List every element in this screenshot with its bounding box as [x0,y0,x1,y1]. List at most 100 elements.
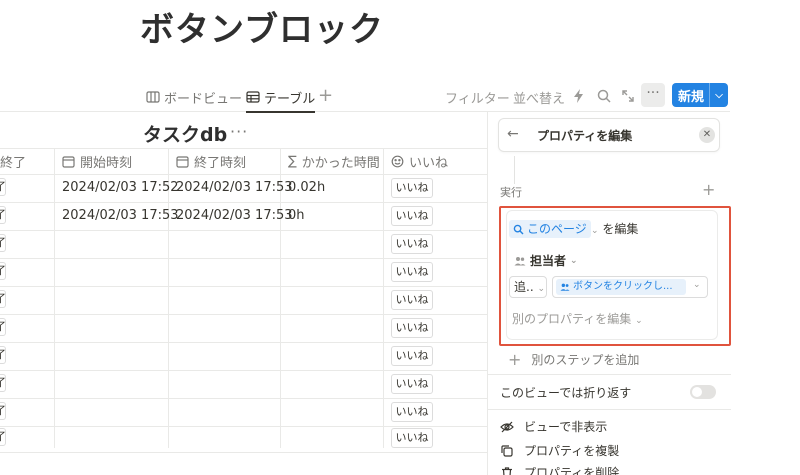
search-icon[interactable] [596,88,612,104]
like-button[interactable]: いいね [391,206,433,226]
wrap-toggle[interactable] [690,385,716,399]
like-button[interactable]: いいね [391,346,433,366]
status-cell[interactable]: 了 [0,346,6,364]
row-divider [0,286,487,287]
page-title: ボタンブロック [140,10,384,50]
tab-label: ボードビュー [164,91,243,107]
elapsed-cell[interactable]: 0.02h [288,180,325,195]
column-label: 終了時刻 [194,155,247,171]
lightning-icon[interactable] [571,88,587,104]
value-select[interactable]: ボタンをクリックし... ⌄ [552,276,708,298]
chevron-down-icon: ⌄ [635,316,643,326]
close-icon[interactable]: ✕ [699,127,715,143]
column-header-end[interactable]: 終了 [0,148,26,174]
column-label: 開始時刻 [80,155,133,171]
panel-title: プロパティを編集 [537,129,633,143]
database-more-button[interactable]: ··· [230,122,248,141]
add-step-label: 別のステップを追加 [531,353,640,367]
new-button[interactable]: 新規 ⌵ [672,83,728,107]
row-divider [0,452,487,453]
menu-item-label: プロパティを複製 [524,444,620,458]
database-title[interactable]: タスクdb [143,120,227,147]
table-border [0,174,487,175]
wrap-label: このビューでは折り返す [500,386,632,400]
like-button[interactable]: いいね [391,290,433,310]
end-time-cell[interactable]: 2024/02/03 17:53 [176,180,293,195]
plus-icon: + [508,350,522,369]
eye-off-icon [500,421,514,432]
like-button[interactable]: いいね [391,402,433,422]
property-selector[interactable]: 担当者 ⌄ [514,252,578,269]
like-button[interactable]: いいね [391,428,433,448]
start-time-cell[interactable]: 2024/02/03 17:52 [62,180,179,195]
chevron-down-icon[interactable]: ⌄ [591,226,599,236]
chevron-down-icon[interactable]: ⌵ [710,90,728,101]
table-icon [246,91,260,103]
menu-item-label: ビューで非表示 [524,420,608,434]
end-time-cell[interactable]: 2024/02/03 17:53 [176,208,293,223]
new-button-label: 新規 [678,89,705,105]
start-time-cell[interactable]: 2024/02/03 17:53 [62,208,179,223]
status-cell[interactable]: 了 [0,374,6,392]
column-header-start-time[interactable]: 開始時刻 [62,148,132,174]
status-cell[interactable]: 了 [0,178,6,196]
status-cell[interactable]: 了 [0,402,6,420]
like-button[interactable]: いいね [391,234,433,254]
chevron-down-icon: ⌄ [570,255,578,266]
target-suffix-label: を編集 [602,222,639,236]
panel-header: ← プロパティを編集 ✕ [498,118,720,152]
back-arrow-icon[interactable]: ← [507,126,519,142]
expand-icon[interactable] [620,88,636,104]
target-suffix: ⌄ を編集 [591,220,638,240]
column-label: 終了 [0,155,27,171]
panel-divider [488,374,731,375]
column-header-end-time[interactable]: 終了時刻 [176,148,246,174]
delete-property-item[interactable]: プロパティを削除 [500,464,619,475]
add-step-button[interactable]: + 別のステップを追加 [508,350,639,369]
column-label: かかった時間 [301,155,380,171]
target-chip-label: このページ [527,222,587,236]
filter-button[interactable]: フィルター [445,88,510,107]
chevron-down-icon[interactable]: ⌄ [693,280,701,290]
section-label: 実行 [500,186,522,199]
target-page-chip[interactable]: このページ [509,220,591,238]
duplicate-property-item[interactable]: プロパティを複製 [500,442,619,459]
property-edit-panel: ← プロパティを編集 ✕ 実行 + このページ ⌄ を編集 担当者 ⌄ 追.. … [487,112,731,475]
row-divider [0,342,487,343]
elapsed-cell[interactable]: 0h [288,208,305,223]
column-header-like[interactable]: いいね [391,148,448,174]
status-cell[interactable]: 了 [0,318,6,336]
like-button[interactable]: いいね [391,178,433,198]
status-cell[interactable]: 了 [0,428,6,446]
row-divider [0,230,487,231]
like-button[interactable]: いいね [391,262,433,282]
status-cell[interactable]: 了 [0,206,6,224]
menu-item-label: プロパティを削除 [524,466,620,475]
edit-other-property-button[interactable]: 別のプロパティを編集 ⌄ [512,310,643,327]
hide-in-view-item[interactable]: ビューで非表示 [500,418,607,435]
action-select-value: 追.. [514,280,534,294]
add-view-button[interactable]: + [318,86,333,106]
value-chip[interactable]: ボタンをクリックし... [556,279,686,295]
status-cell[interactable]: 了 [0,234,6,252]
column-label: いいね [409,155,449,171]
column-divider [383,148,384,448]
status-cell[interactable]: 了 [0,262,6,280]
more-options-button[interactable]: ··· [641,83,665,107]
column-header-elapsed[interactable]: ∑ かかった時間 [288,148,380,174]
row-divider [0,202,487,203]
action-select[interactable]: 追.. ⌄ [509,276,547,298]
like-button[interactable]: いいね [391,318,433,338]
add-action-button[interactable]: + [702,180,715,199]
trash-icon [502,466,512,475]
sort-button[interactable]: 並べ替え [513,88,565,107]
calendar-icon [176,155,189,168]
tab-board-view[interactable]: ボードビュー [146,86,242,108]
other-property-label: 別のプロパティを編集 [512,312,632,326]
row-divider [0,370,487,371]
like-button[interactable]: いいね [391,374,433,394]
tab-table-view[interactable]: テーブル [246,86,316,113]
column-divider [54,148,55,448]
people-icon [514,256,526,265]
status-cell[interactable]: 了 [0,290,6,308]
